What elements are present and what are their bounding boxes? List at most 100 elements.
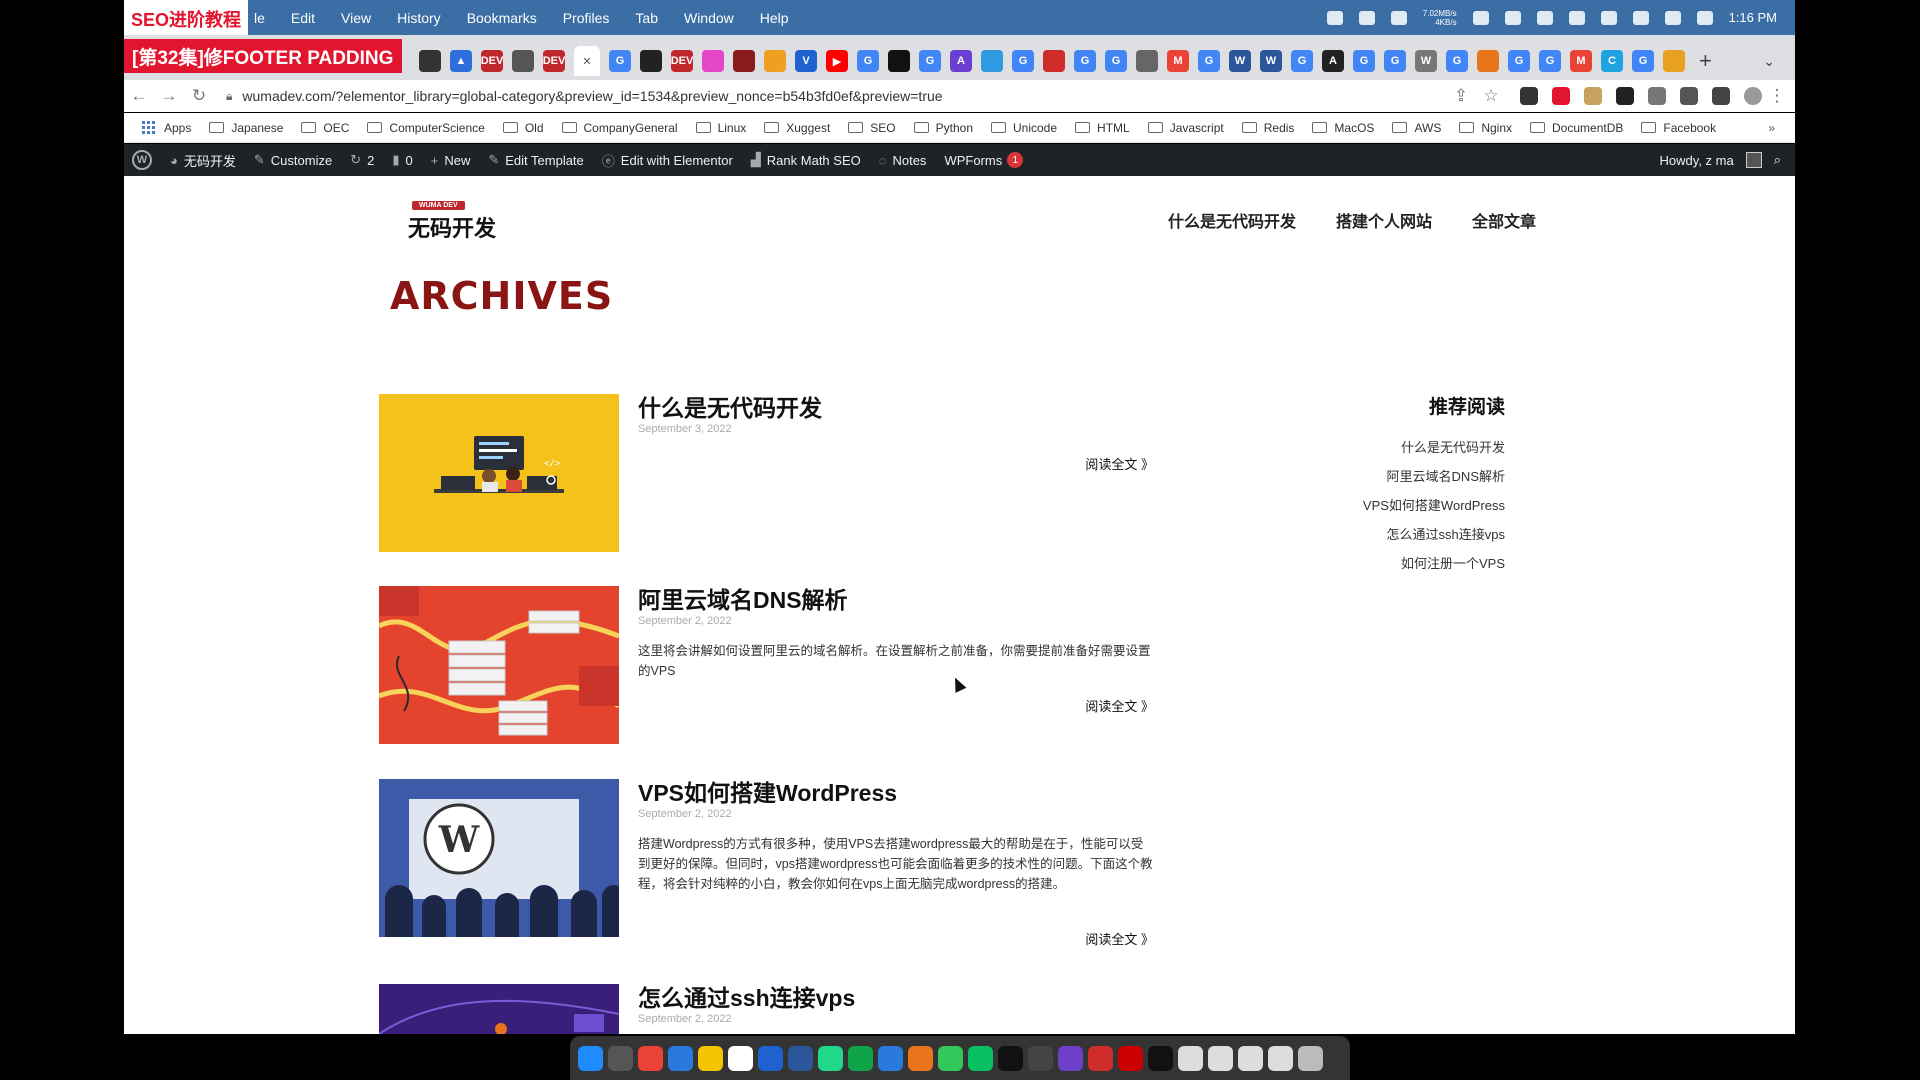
tab-favicon[interactable]: G <box>1508 50 1530 72</box>
tab-favicon[interactable]: A <box>1322 50 1344 72</box>
tab-favicon[interactable]: ▲ <box>450 50 472 72</box>
tab-favicon[interactable]: DEV <box>543 50 565 72</box>
wifi-icon[interactable] <box>1664 10 1681 25</box>
dock-app-icon[interactable] <box>728 1045 753 1071</box>
dock-app-icon[interactable] <box>1238 1045 1263 1071</box>
post-thumbnail[interactable] <box>379 984 619 1034</box>
bookmarks-overflow-icon[interactable]: » <box>1768 121 1775 135</box>
extensions-puzzle-icon[interactable] <box>1680 87 1698 105</box>
admin-notes[interactable]: ◌ Notes <box>879 153 927 168</box>
active-tab-close-icon[interactable]: ✕ <box>574 46 600 76</box>
admin-site-name[interactable]: ◕ 无码开发 <box>170 151 236 170</box>
admin-customize[interactable]: ✎ Customize <box>254 152 332 168</box>
record-icon[interactable] <box>1326 10 1343 25</box>
dock-app-icon[interactable] <box>1058 1045 1083 1071</box>
admin-updates[interactable]: ↻ 2 <box>350 152 374 168</box>
site-logo[interactable]: WUMA DEV 无码开发 <box>408 194 496 243</box>
bookmark-folder[interactable]: DocumentDB <box>1530 121 1623 135</box>
dropbox-icon[interactable] <box>1472 10 1489 25</box>
dock-app-icon[interactable] <box>998 1045 1023 1071</box>
extension-red-icon[interactable] <box>1552 87 1570 105</box>
tab-favicon[interactable] <box>981 50 1003 72</box>
bookmark-folder[interactable]: Redis <box>1241 121 1294 135</box>
address-bar[interactable]: 🔒︎ wumadev.com/?elementor_library=global… <box>226 82 1446 110</box>
back-icon[interactable]: ← <box>124 86 154 106</box>
forward-icon[interactable]: → <box>154 86 184 106</box>
dock-app-icon[interactable] <box>878 1045 903 1071</box>
menu-file[interactable]: le <box>254 10 265 26</box>
bookmark-folder[interactable]: SEO <box>848 121 896 135</box>
kebab-menu-icon[interactable]: ⋮ <box>1762 86 1792 106</box>
post-thumbnail[interactable]: </> <box>379 394 619 552</box>
dock-app-icon[interactable] <box>968 1045 993 1071</box>
bookmark-apps[interactable]: Apps <box>142 120 191 135</box>
bookmark-folder[interactable]: CompanyGeneral <box>561 121 678 135</box>
menu-window[interactable]: Window <box>684 10 734 26</box>
tab-favicon[interactable] <box>1663 50 1685 72</box>
tab-favicon[interactable] <box>512 50 534 72</box>
tab-favicon[interactable]: M <box>1570 50 1592 72</box>
tab-favicon[interactable] <box>702 50 724 72</box>
dock-app-icon[interactable] <box>698 1045 723 1071</box>
menu-view[interactable]: View <box>341 10 371 26</box>
read-more-link[interactable]: 阅读全文 》 <box>1085 696 1154 715</box>
bookmark-folder[interactable]: HTML <box>1075 121 1130 135</box>
tab-favicon[interactable]: G <box>1632 50 1654 72</box>
dock-app-icon[interactable] <box>818 1045 843 1071</box>
tab-favicon[interactable] <box>1477 50 1499 72</box>
dock-app-icon[interactable] <box>608 1045 633 1071</box>
tab-favicon[interactable] <box>419 50 441 72</box>
tab-favicon[interactable] <box>1136 50 1158 72</box>
tab-favicon[interactable]: G <box>609 50 631 72</box>
menu-tab[interactable]: Tab <box>635 10 658 26</box>
lock-icon[interactable]: 🔒︎ <box>226 89 232 104</box>
sidebar-link[interactable]: 怎么通过ssh连接vps <box>1229 520 1505 549</box>
sidebar-link[interactable]: VPS如何搭建WordPress <box>1229 491 1505 520</box>
bookmark-folder[interactable]: Japanese <box>209 121 283 135</box>
extension-gold-icon[interactable] <box>1584 87 1602 105</box>
wordpress-logo-icon[interactable]: W <box>132 150 152 170</box>
tab-favicon[interactable] <box>640 50 662 72</box>
dock-app-icon[interactable] <box>1028 1045 1053 1071</box>
tab-favicon[interactable] <box>1043 50 1065 72</box>
tab-favicon[interactable]: W <box>1229 50 1251 72</box>
url-text[interactable]: wumadev.com/?elementor_library=global-ca… <box>242 88 942 104</box>
nav-item-all-articles[interactable]: 全部文章 <box>1472 208 1536 232</box>
extension-r-icon[interactable] <box>1616 87 1634 105</box>
moon-icon[interactable] <box>1568 10 1585 25</box>
bookmark-folder[interactable]: Linux <box>695 121 746 135</box>
nav-item-build-site[interactable]: 搭建个人网站 <box>1336 208 1432 232</box>
tab-favicon[interactable]: C <box>1601 50 1623 72</box>
tab-favicon[interactable]: G <box>1105 50 1127 72</box>
sidebar-link[interactable]: 如何注册一个VPS <box>1229 549 1505 578</box>
tab-favicon[interactable] <box>764 50 786 72</box>
extension-bug-icon[interactable] <box>1648 87 1666 105</box>
sidebar-link[interactable]: 阿里云域名DNS解析 <box>1229 462 1505 491</box>
menu-bookmarks[interactable]: Bookmarks <box>467 10 537 26</box>
bookmark-folder[interactable]: AWS <box>1392 121 1441 135</box>
battery-icon[interactable] <box>1632 10 1649 25</box>
side-panel-icon[interactable] <box>1712 87 1730 105</box>
tab-favicon[interactable]: G <box>1353 50 1375 72</box>
admin-wpforms[interactable]: WPForms 1 <box>944 152 1024 168</box>
wechat-icon[interactable] <box>1390 10 1407 25</box>
sidebar-link[interactable]: 什么是无代码开发 <box>1229 433 1505 462</box>
nav-item-what-is-nocode[interactable]: 什么是无代码开发 <box>1168 208 1296 232</box>
tab-favicon[interactable]: G <box>1012 50 1034 72</box>
dock-app-icon[interactable] <box>1148 1045 1173 1071</box>
tab-favicon[interactable]: G <box>1539 50 1561 72</box>
dock-app-icon[interactable] <box>1298 1045 1323 1071</box>
bookmark-folder[interactable]: Python <box>913 121 973 135</box>
dock-app-icon[interactable] <box>578 1045 603 1071</box>
post-title[interactable]: 怎么通过ssh连接vps <box>638 984 1154 1012</box>
dock-app-icon[interactable] <box>1088 1045 1113 1071</box>
tab-favicon[interactable]: V <box>795 50 817 72</box>
post-thumbnail[interactable]: W <box>379 779 619 937</box>
bookmark-folder[interactable]: Facebook <box>1641 121 1716 135</box>
tab-search-button[interactable]: ⌄ <box>1763 53 1775 70</box>
control-center-icon[interactable] <box>1696 10 1713 25</box>
tab-favicon[interactable]: G <box>857 50 879 72</box>
admin-edit-elementor[interactable]: ⓔ Edit with Elementor <box>602 151 733 170</box>
admin-new[interactable]: + New <box>431 153 471 168</box>
dock-app-icon[interactable] <box>1268 1045 1293 1071</box>
